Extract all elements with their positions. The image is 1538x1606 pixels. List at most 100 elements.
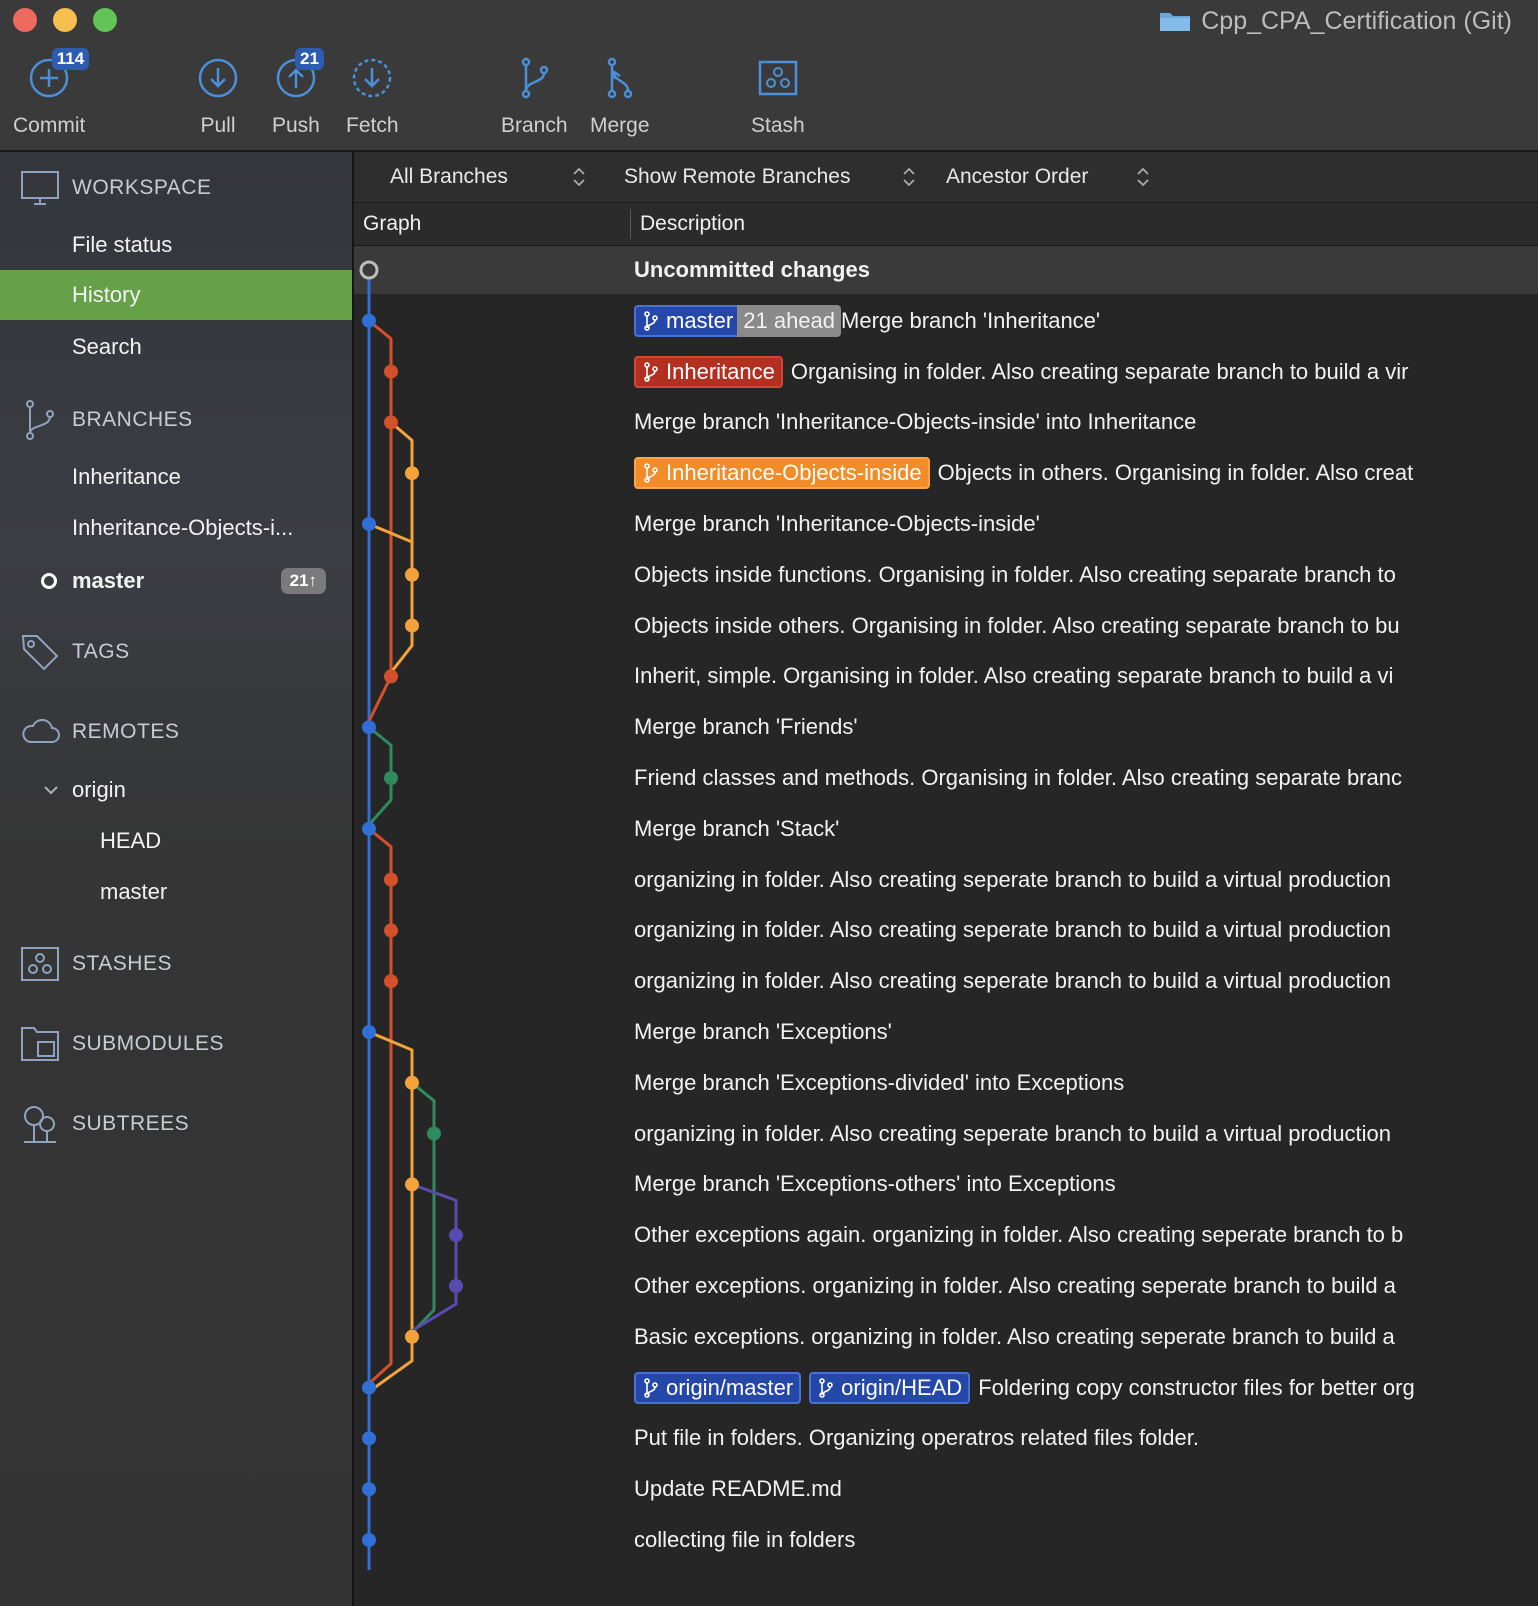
commit-row[interactable]: collecting file in folders — [634, 1515, 855, 1565]
commit-node[interactable] — [405, 1329, 419, 1344]
fetch-button[interactable]: Fetch — [346, 56, 399, 138]
sidebar-item-remote-master[interactable]: master — [0, 867, 352, 917]
branch-icon — [644, 463, 658, 483]
branch-label-badge[interactable]: origin/master — [634, 1371, 802, 1404]
commit-row[interactable]: Objects inside functions. Organising in … — [634, 550, 1396, 600]
zoom-window-button[interactable] — [93, 8, 117, 32]
sidebar-section-tags[interactable]: TAGS — [20, 632, 130, 672]
sidebar-section-stashes[interactable]: STASHES — [20, 944, 172, 984]
commit-row[interactable]: Inheritance Organising in folder. Also cr… — [634, 347, 1408, 397]
sidebar-item-history[interactable]: History — [0, 270, 352, 320]
commit-node[interactable] — [362, 517, 376, 531]
sidebar-item-remote-head[interactable]: HEAD — [0, 816, 352, 866]
commit-row[interactable]: Basic exceptions. organizing in folder. … — [634, 1312, 1395, 1362]
commit-node[interactable] — [362, 1431, 376, 1446]
remote-filter-select[interactable]: Show Remote Branches — [624, 152, 916, 202]
commit-node[interactable] — [384, 669, 398, 684]
commit-message: Merge branch 'Exceptions' — [634, 1019, 892, 1044]
commit-node[interactable] — [384, 923, 398, 938]
sidebar-item-branch-objects-inside[interactable]: Inheritance-Objects-i... — [0, 503, 352, 553]
commit-row[interactable]: Friend classes and methods. Organising i… — [634, 753, 1402, 803]
merge-button[interactable]: Merge — [590, 56, 650, 138]
commit-row[interactable]: Merge branch 'Exceptions' — [634, 1007, 892, 1057]
sidebar-section-remotes[interactable]: REMOTES — [20, 712, 179, 752]
stash-button[interactable]: Stash — [751, 56, 805, 138]
commit-message: Merge branch 'Friends' — [634, 714, 858, 740]
commit-node[interactable] — [384, 974, 398, 989]
commit-row[interactable]: master 21 ahead Merge branch 'Inheritance' — [634, 296, 1100, 346]
branch-label-badge[interactable]: origin/HEAD — [809, 1371, 971, 1404]
commit-badge: 114 — [51, 48, 90, 70]
commit-row[interactable]: Merge branch 'Inheritance-Objects-inside… — [634, 397, 1196, 447]
sidebar-section-subtrees[interactable]: SUBTREES — [20, 1104, 189, 1144]
commit-node[interactable] — [362, 821, 376, 836]
commit-row[interactable]: origin/master origin/HEAD Foldering copy c… — [634, 1363, 1415, 1413]
branch-label-badge[interactable]: master — [634, 304, 742, 337]
commit-row[interactable]: Merge branch 'Stack' — [634, 804, 839, 854]
commit-row[interactable]: Other exceptions. organizing in folder. … — [634, 1261, 1396, 1311]
commit-node[interactable] — [384, 771, 398, 785]
push-button[interactable]: 21 Push — [272, 48, 324, 138]
sidebar-item-remote-origin[interactable]: origin — [0, 765, 352, 815]
commit-row[interactable]: Merge branch 'Friends' — [634, 702, 858, 752]
commit-node[interactable] — [405, 618, 419, 633]
sidebar-item-branch-inheritance[interactable]: Inheritance — [0, 452, 352, 502]
commit-row[interactable]: organizing in folder. Also creating sepe… — [634, 905, 1391, 955]
sidebar-item-search[interactable]: Search — [0, 322, 352, 372]
sidebar-section-workspace[interactable]: WORKSPACE — [20, 168, 211, 208]
sidebar-item-file-status[interactable]: File status — [0, 220, 352, 270]
pull-label: Pull — [200, 114, 236, 137]
commit-row[interactable]: Inheritance-Objects-inside Objects in oth… — [634, 448, 1413, 498]
ahead-count-badge[interactable]: 21 ahead — [737, 304, 842, 337]
commit-node[interactable] — [362, 1380, 376, 1395]
commit-row[interactable]: organizing in folder. Also creating sepe… — [634, 1109, 1391, 1159]
description-column-header[interactable]: Description — [640, 203, 745, 245]
commit-message: Other exceptions again. organizing in fo… — [634, 1222, 1404, 1248]
commit-node[interactable] — [427, 1126, 441, 1141]
commit-row[interactable]: Update README.md — [634, 1464, 842, 1514]
commit-message: Merge branch 'Inheritance-Objects-inside… — [634, 409, 1197, 435]
commit-row[interactable]: Put file in folders. Organizing operatro… — [634, 1413, 1199, 1463]
branch-button[interactable]: Branch — [501, 56, 568, 138]
commit-node[interactable] — [449, 1279, 463, 1293]
pull-button[interactable]: Pull — [196, 56, 240, 138]
push-label: Push — [272, 114, 320, 137]
commit-node[interactable] — [362, 313, 376, 328]
sidebar-section-submodules[interactable]: SUBMODULES — [20, 1024, 224, 1064]
commit-row[interactable]: Objects inside others. Organising in fol… — [634, 601, 1400, 651]
branch-label-badge[interactable]: Inheritance-Objects-inside — [634, 457, 930, 490]
commit-row[interactable]: Other exceptions again. organizing in fo… — [634, 1210, 1403, 1260]
commit-node[interactable] — [362, 720, 376, 735]
graph-column-header[interactable]: Graph — [363, 203, 421, 245]
commit-node[interactable] — [384, 364, 398, 379]
sidebar-section-branches[interactable]: BRANCHES — [20, 400, 193, 440]
commit-node[interactable] — [362, 1482, 376, 1497]
branch-label-badge[interactable]: Inheritance — [634, 355, 783, 388]
commit-node[interactable] — [362, 1025, 376, 1039]
commit-row[interactable]: Merge branch 'Inheritance-Objects-inside… — [634, 499, 1040, 549]
commit-row[interactable]: Merge branch 'Exceptions-divided' into E… — [634, 1058, 1124, 1108]
column-divider[interactable] — [630, 209, 631, 239]
sidebar-item-branch-master[interactable]: master 21↑ — [0, 556, 352, 606]
commit-node[interactable] — [384, 872, 398, 887]
commit-node[interactable] — [362, 1533, 376, 1547]
uncommitted-changes-row[interactable]: Uncommitted changes — [634, 245, 870, 295]
commit-node[interactable] — [405, 1177, 419, 1192]
commit-node[interactable] — [384, 415, 398, 430]
commit-row[interactable]: Merge branch 'Exceptions-others' into Ex… — [634, 1159, 1116, 1209]
commit-row[interactable]: organizing in folder. Also creating sepe… — [634, 956, 1391, 1006]
commit-node[interactable] — [449, 1228, 463, 1243]
commit-node[interactable] — [405, 567, 419, 582]
commit-row[interactable]: organizing in folder. Also creating sepe… — [634, 855, 1391, 905]
commit-node[interactable] — [405, 1075, 419, 1090]
chevron-down-icon[interactable] — [44, 785, 58, 795]
sidebar-item-label: origin — [72, 777, 126, 802]
uncommitted-node[interactable] — [359, 260, 379, 280]
commit-node[interactable] — [405, 466, 419, 481]
order-filter-select[interactable]: Ancestor Order — [946, 152, 1150, 202]
commit-button[interactable]: 114 Commit — [13, 48, 90, 138]
commit-row[interactable]: Inherit, simple. Organising in folder. A… — [634, 651, 1393, 701]
close-window-button[interactable] — [13, 8, 37, 32]
branch-filter-select[interactable]: All Branches — [390, 152, 586, 202]
minimize-window-button[interactable] — [53, 8, 77, 32]
